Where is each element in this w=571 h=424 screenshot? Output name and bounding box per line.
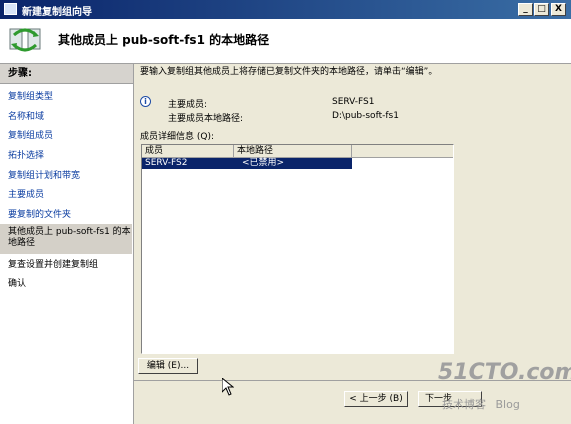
window-title: 新建复制组向导	[22, 7, 92, 18]
table-row[interactable]: SERV-FS2 <已禁用>	[142, 158, 352, 169]
step-replication-group-type[interactable]: 复制组类型	[8, 89, 53, 102]
page-title: 其他成员上 pub-soft-fs1 的本地路径	[58, 33, 270, 47]
watermark-site: 51CTO.com	[438, 360, 571, 385]
step-schedule-bandwidth[interactable]: 复制组计划和带宽	[8, 168, 80, 181]
steps-heading: 步骤:	[0, 64, 133, 84]
column-filler	[352, 145, 453, 158]
primary-member-label: 主要成员:	[168, 100, 208, 110]
step-topology[interactable]: 拓扑选择	[8, 148, 44, 161]
steps-sidebar: 步骤: 复制组类型 名称和域 复制组成员 拓扑选择 复制组计划和带宽 主要成员 …	[0, 64, 134, 424]
watermark-subtitle: 技术博客	[442, 398, 486, 411]
row-member-cell: SERV-FS2	[145, 158, 188, 168]
wizard-header: 其他成员上 pub-soft-fs1 的本地路径	[0, 19, 571, 64]
member-details-label: 成员详细信息 (Q):	[140, 132, 214, 142]
back-button[interactable]: < 上一步 (B)	[344, 391, 408, 407]
member-details-list[interactable]: 成员 本地路径 SERV-FS2 <已禁用>	[141, 144, 454, 354]
maximize-button[interactable]: □	[534, 3, 549, 16]
wizard-window: 新建复制组向导 _ □ X 其他成员上 pub-soft-fs1 的本地路径 步…	[0, 0, 571, 424]
step-primary-member[interactable]: 主要成员	[8, 187, 44, 200]
step-group-members[interactable]: 复制组成员	[8, 128, 53, 141]
title-bar[interactable]: 新建复制组向导 _ □ X	[0, 0, 571, 19]
app-icon	[4, 3, 17, 15]
column-member[interactable]: 成员	[142, 145, 234, 158]
step-local-path-current: 其他成员上 pub-soft-fs1 的本地路径	[0, 224, 132, 254]
mouse-cursor-icon	[222, 378, 234, 396]
minimize-button[interactable]: _	[518, 3, 533, 16]
instruction-text: 要输入复制组其他成员上将存储已复制文件夹的本地路径，请单击“编辑”。	[140, 67, 438, 77]
step-review-settings: 复查设置并创建复制组	[8, 260, 99, 270]
column-local-path[interactable]: 本地路径	[234, 145, 352, 158]
step-name-and-domain[interactable]: 名称和域	[8, 109, 44, 122]
watermark: 51CTO.com 技术博客 Blog	[438, 360, 571, 411]
primary-path-label: 主要成员本地路径:	[168, 114, 244, 124]
primary-path-value: D:\pub-soft-fs1	[332, 111, 399, 121]
watermark-blog: Blog	[495, 398, 520, 411]
edit-button[interactable]: 编辑 (E)...	[138, 358, 198, 374]
primary-member-value: SERV-FS1	[332, 97, 375, 107]
row-path-cell: <已禁用>	[242, 158, 285, 168]
step-folders-to-replicate[interactable]: 要复制的文件夹	[8, 207, 71, 220]
close-button[interactable]: X	[551, 3, 566, 16]
step-confirmation: 确认	[8, 279, 27, 289]
replication-wizard-icon	[9, 28, 41, 52]
info-icon: i	[140, 96, 151, 107]
